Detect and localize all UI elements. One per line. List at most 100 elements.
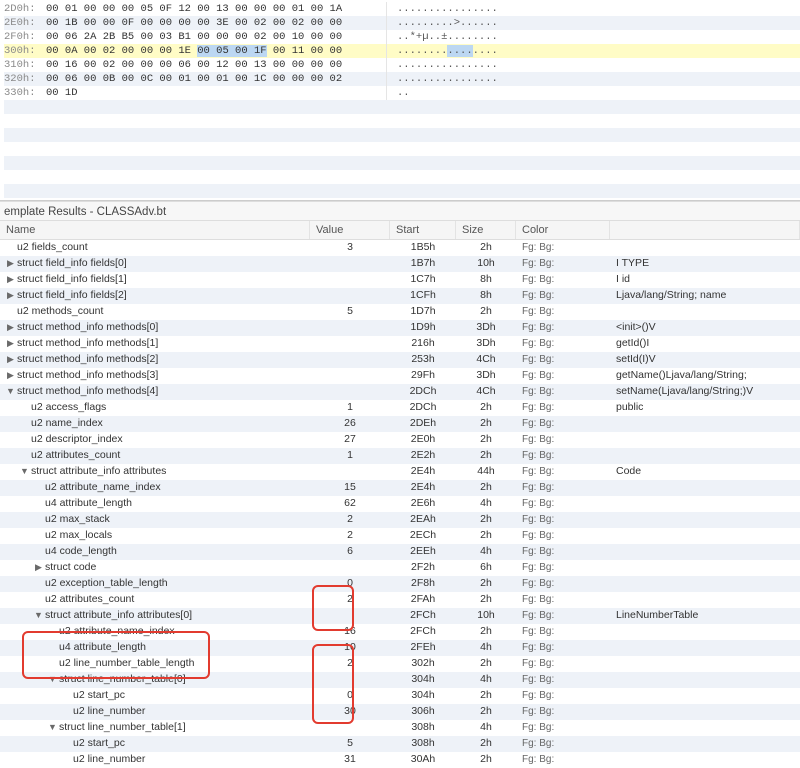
table-row[interactable]: u2 fields_count31B5h2hFg: Bg: — [0, 240, 800, 256]
cell-color[interactable]: Fg: Bg: — [516, 672, 610, 687]
cell-value[interactable]: 5 — [310, 736, 390, 751]
cell-name[interactable]: ▶struct method_info methods[1] — [0, 336, 310, 351]
chevron-right-icon[interactable]: ▶ — [6, 368, 15, 383]
cell-color[interactable]: Fg: Bg: — [516, 496, 610, 511]
cell-value[interactable]: 10 — [310, 640, 390, 655]
table-row[interactable]: ▶struct field_info fields[2]1CFh8hFg: Bg… — [0, 288, 800, 304]
cell-color[interactable]: Fg: Bg: — [516, 592, 610, 607]
cell-value[interactable]: 2 — [310, 512, 390, 527]
cell-color[interactable]: Fg: Bg: — [516, 352, 610, 367]
cell-value[interactable]: 2 — [310, 656, 390, 671]
cell-value[interactable]: 15 — [310, 480, 390, 495]
cell-value[interactable] — [310, 720, 390, 735]
hex-bytes[interactable]: 00 0A 00 02 00 00 00 1E 00 05 00 1F 00 1… — [46, 44, 386, 58]
table-row[interactable]: ▶struct code2F2h6hFg: Bg: — [0, 560, 800, 576]
cell-value[interactable] — [310, 384, 390, 399]
table-row[interactable]: u4 code_length62EEh4hFg: Bg: — [0, 544, 800, 560]
cell-name[interactable]: u2 max_stack — [0, 512, 310, 527]
cell-color[interactable]: Fg: Bg: — [516, 704, 610, 719]
cell-value[interactable]: 5 — [310, 304, 390, 319]
cell-name[interactable]: ▼struct line_number_table[0] — [0, 672, 310, 687]
col-header-size[interactable]: Size — [456, 221, 516, 239]
table-row[interactable]: u4 attribute_length102FEh4hFg: Bg: — [0, 640, 800, 656]
cell-name[interactable]: u2 methods_count — [0, 304, 310, 319]
cell-value[interactable] — [310, 368, 390, 383]
table-row[interactable]: u2 line_number3130Ah2hFg: Bg: — [0, 752, 800, 768]
chevron-right-icon[interactable]: ▶ — [6, 336, 15, 351]
table-row[interactable]: ▼struct method_info methods[4]2DCh4ChFg:… — [0, 384, 800, 400]
table-row[interactable]: ▼struct line_number_table[0]304h4hFg: Bg… — [0, 672, 800, 688]
cell-color[interactable]: Fg: Bg: — [516, 576, 610, 591]
hex-row[interactable]: 2F0h:00 06 2A 2B B5 00 03 B1 00 00 00 02… — [4, 30, 800, 44]
chevron-right-icon[interactable]: ▶ — [6, 256, 15, 271]
cell-name[interactable]: u2 attributes_count — [0, 448, 310, 463]
cell-value[interactable]: 6 — [310, 544, 390, 559]
cell-color[interactable]: Fg: Bg: — [516, 320, 610, 335]
cell-color[interactable]: Fg: Bg: — [516, 416, 610, 431]
cell-value[interactable]: 27 — [310, 432, 390, 447]
cell-name[interactable]: ▶struct field_info fields[2] — [0, 288, 310, 303]
table-row[interactable]: ▶struct method_info methods[0]1D9h3DhFg:… — [0, 320, 800, 336]
cell-name[interactable]: u2 descriptor_index — [0, 432, 310, 447]
cell-name[interactable]: ▶struct field_info fields[1] — [0, 272, 310, 287]
hex-bytes[interactable]: 00 06 00 0B 00 0C 00 01 00 01 00 1C 00 0… — [46, 72, 386, 86]
cell-value[interactable]: 16 — [310, 624, 390, 639]
table-row[interactable]: u2 methods_count51D7h2hFg: Bg: — [0, 304, 800, 320]
chevron-down-icon[interactable]: ▼ — [6, 384, 15, 399]
cell-name[interactable]: ▶struct method_info methods[0] — [0, 320, 310, 335]
hex-row[interactable]: 310h:00 16 00 02 00 00 00 06 00 12 00 13… — [4, 58, 800, 72]
cell-value[interactable]: 1 — [310, 400, 390, 415]
cell-name[interactable]: ▼struct attribute_info attributes — [0, 464, 310, 479]
template-results-grid[interactable]: Name Value Start Size Color u2 fields_co… — [0, 221, 800, 768]
cell-name[interactable]: u2 max_locals — [0, 528, 310, 543]
cell-value[interactable]: 31 — [310, 752, 390, 767]
cell-name[interactable]: u2 start_pc — [0, 736, 310, 751]
cell-name[interactable]: u4 code_length — [0, 544, 310, 559]
cell-color[interactable]: Fg: Bg: — [516, 368, 610, 383]
cell-name[interactable]: u4 attribute_length — [0, 640, 310, 655]
table-row[interactable]: ▶struct method_info methods[2]253h4ChFg:… — [0, 352, 800, 368]
cell-name[interactable]: u2 attributes_count — [0, 592, 310, 607]
table-row[interactable]: u2 attribute_name_index152E4h2hFg: Bg: — [0, 480, 800, 496]
cell-color[interactable]: Fg: Bg: — [516, 752, 610, 767]
cell-color[interactable]: Fg: Bg: — [516, 256, 610, 271]
cell-name[interactable]: ▼struct line_number_table[1] — [0, 720, 310, 735]
table-row[interactable]: u2 max_locals22ECh2hFg: Bg: — [0, 528, 800, 544]
table-row[interactable]: u2 attribute_name_index162FCh2hFg: Bg: — [0, 624, 800, 640]
cell-name[interactable]: u2 access_flags — [0, 400, 310, 415]
cell-color[interactable]: Fg: Bg: — [516, 720, 610, 735]
table-row[interactable]: ▶struct field_info fields[1]1C7h8hFg: Bg… — [0, 272, 800, 288]
cell-color[interactable]: Fg: Bg: — [516, 272, 610, 287]
table-row[interactable]: ▶struct field_info fields[0]1B7h10hFg: B… — [0, 256, 800, 272]
cell-value[interactable]: 26 — [310, 416, 390, 431]
cell-value[interactable] — [310, 336, 390, 351]
cell-name[interactable]: ▼struct attribute_info attributes[0] — [0, 608, 310, 623]
table-row[interactable]: ▼struct attribute_info attributes[0]2FCh… — [0, 608, 800, 624]
chevron-down-icon[interactable]: ▼ — [34, 608, 43, 623]
hex-bytes[interactable]: 00 16 00 02 00 00 00 06 00 12 00 13 00 0… — [46, 58, 386, 72]
cell-value[interactable] — [310, 464, 390, 479]
cell-value[interactable]: 2 — [310, 528, 390, 543]
chevron-right-icon[interactable]: ▶ — [6, 352, 15, 367]
cell-value[interactable]: 0 — [310, 688, 390, 703]
col-header-name[interactable]: Name — [0, 221, 310, 239]
hex-selection[interactable]: 00 05 00 1F — [197, 45, 266, 57]
cell-color[interactable]: Fg: Bg: — [516, 640, 610, 655]
hex-row[interactable]: 330h:00 1D.. — [4, 86, 800, 100]
hex-viewer[interactable]: 2D0h:00 01 00 00 00 05 0F 12 00 13 00 00… — [0, 0, 800, 201]
cell-name[interactable]: u2 fields_count — [0, 240, 310, 255]
chevron-down-icon[interactable]: ▼ — [48, 720, 57, 735]
cell-name[interactable]: u2 line_number — [0, 704, 310, 719]
table-row[interactable]: u2 exception_table_length02F8h2hFg: Bg: — [0, 576, 800, 592]
cell-color[interactable]: Fg: Bg: — [516, 608, 610, 623]
table-row[interactable]: u2 max_stack22EAh2hFg: Bg: — [0, 512, 800, 528]
chevron-down-icon[interactable]: ▼ — [48, 672, 57, 687]
hex-row[interactable]: 2E0h:00 1B 00 00 0F 00 00 00 00 3E 00 02… — [4, 16, 800, 30]
hex-row[interactable]: 2D0h:00 01 00 00 00 05 0F 12 00 13 00 00… — [4, 2, 800, 16]
cell-name[interactable]: u2 attribute_name_index — [0, 480, 310, 495]
table-row[interactable]: ▼struct attribute_info attributes2E4h44h… — [0, 464, 800, 480]
cell-name[interactable]: ▼struct method_info methods[4] — [0, 384, 310, 399]
cell-value[interactable] — [310, 560, 390, 575]
table-row[interactable]: ▶struct method_info methods[3]29Fh3DhFg:… — [0, 368, 800, 384]
cell-color[interactable]: Fg: Bg: — [516, 336, 610, 351]
